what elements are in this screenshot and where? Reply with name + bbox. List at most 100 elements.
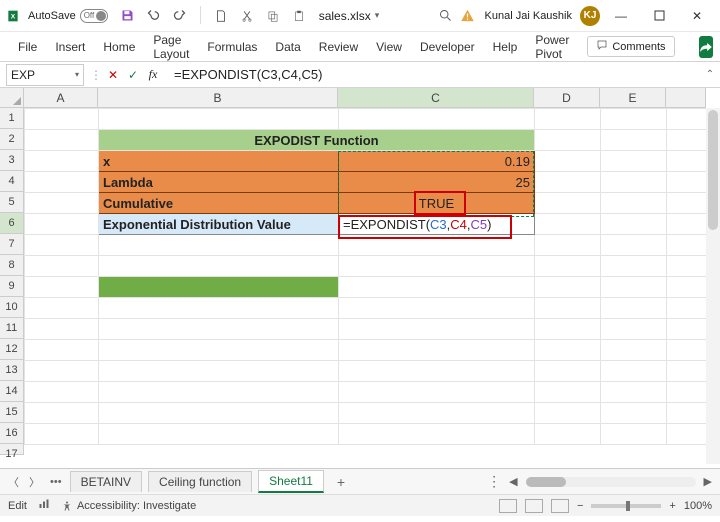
- paste-icon[interactable]: [289, 6, 309, 26]
- close-button[interactable]: ✕: [680, 4, 714, 28]
- row-header[interactable]: 11: [0, 318, 23, 339]
- minimize-button[interactable]: —: [604, 4, 638, 28]
- tab-file[interactable]: File: [18, 36, 37, 58]
- tab-help[interactable]: Help: [493, 36, 518, 58]
- user-area: Kunal Jai Kaushik KJ: [459, 6, 600, 26]
- hscroll-left[interactable]: ◀: [507, 475, 519, 488]
- enter-button[interactable]: ✓: [124, 66, 142, 84]
- zoom-in-button[interactable]: +: [669, 500, 675, 512]
- col-header[interactable]: [666, 88, 706, 107]
- ribbon-tabs: File Insert Home Page Layout Formulas Da…: [0, 32, 720, 62]
- warning-icon[interactable]: [459, 7, 477, 25]
- undo-icon[interactable]: [144, 6, 164, 26]
- avatar[interactable]: KJ: [580, 6, 600, 26]
- row-header[interactable]: 7: [0, 234, 23, 255]
- sheet-tab[interactable]: BETAINV: [70, 471, 142, 492]
- tab-scroll-divider-icon: ⋮: [487, 473, 501, 490]
- cell-b5[interactable]: Cumulative: [99, 193, 339, 214]
- row-header[interactable]: 6: [0, 213, 23, 234]
- col-header[interactable]: D: [534, 88, 600, 107]
- status-bar: Edit Accessibility: Investigate − + 100%: [0, 494, 720, 516]
- copy-icon[interactable]: [263, 6, 283, 26]
- tab-insert[interactable]: Insert: [55, 36, 85, 58]
- filename[interactable]: sales.xlsx ▾: [319, 9, 380, 23]
- formula-input[interactable]: =EXPONDIST(C3,C4,C5): [168, 67, 700, 82]
- fx-icon[interactable]: fx: [144, 66, 162, 84]
- new-file-icon[interactable]: [211, 6, 231, 26]
- zoom-level[interactable]: 100%: [684, 500, 712, 512]
- tab-nav-prev[interactable]: 〈: [6, 474, 21, 490]
- cell-b6[interactable]: Exponential Distribution Value: [99, 214, 339, 235]
- tab-developer[interactable]: Developer: [420, 36, 475, 58]
- row-header[interactable]: 2: [0, 129, 23, 150]
- tab-nav-more[interactable]: •••: [48, 476, 64, 488]
- comments-button[interactable]: Comments: [587, 36, 674, 57]
- row-header[interactable]: 12: [0, 339, 23, 360]
- quick-access-toolbar: [118, 6, 309, 26]
- cell-b4[interactable]: Lambda: [99, 172, 339, 193]
- tab-review[interactable]: Review: [319, 36, 358, 58]
- cell-c6-editing[interactable]: =EXPONDIST(C3,C4,C5): [339, 214, 535, 235]
- tab-view[interactable]: View: [376, 36, 402, 58]
- horizontal-scrollbar[interactable]: [526, 477, 696, 487]
- search-icon[interactable]: [437, 7, 455, 25]
- col-header[interactable]: E: [600, 88, 666, 107]
- view-normal-icon[interactable]: [499, 499, 517, 513]
- row-header[interactable]: 5: [0, 192, 23, 213]
- row-header[interactable]: 15: [0, 402, 23, 423]
- chevron-down-icon: ▾: [75, 70, 79, 79]
- cell-b3[interactable]: x: [99, 151, 339, 172]
- row-header[interactable]: 8: [0, 255, 23, 276]
- stats-icon[interactable]: [37, 498, 51, 513]
- expand-formula-bar[interactable]: ⌃: [700, 69, 720, 80]
- view-page-layout-icon[interactable]: [525, 499, 543, 513]
- vertical-scrollbar[interactable]: [706, 108, 720, 464]
- tab-page-layout[interactable]: Page Layout: [153, 29, 189, 65]
- row-header[interactable]: 3: [0, 150, 23, 171]
- cells-table[interactable]: EXPODIST Function x0.19 Lambda25 Cumulat…: [24, 108, 707, 445]
- accessibility-status[interactable]: Accessibility: Investigate: [61, 500, 196, 512]
- autosave-label: AutoSave: [28, 10, 76, 22]
- row-header[interactable]: 13: [0, 360, 23, 381]
- comment-icon: [596, 39, 608, 54]
- row-header[interactable]: 9: [0, 276, 23, 297]
- excel-logo-icon: X: [6, 7, 24, 25]
- sheet-tab[interactable]: Ceiling function: [148, 471, 252, 492]
- zoom-out-button[interactable]: −: [577, 500, 583, 512]
- autosave-toggle[interactable]: AutoSave Off: [28, 9, 108, 23]
- cut-icon[interactable]: [237, 6, 257, 26]
- save-icon[interactable]: [118, 6, 138, 26]
- tab-power-pivot[interactable]: Power Pivot: [535, 29, 569, 65]
- tab-data[interactable]: Data: [275, 36, 300, 58]
- cell-title[interactable]: EXPODIST Function: [99, 130, 535, 151]
- row-header[interactable]: 17: [0, 444, 23, 455]
- add-sheet-button[interactable]: +: [330, 474, 352, 490]
- cell-c5[interactable]: TRUE: [339, 193, 535, 214]
- redo-icon[interactable]: [170, 6, 190, 26]
- hscroll-right[interactable]: ▶: [702, 475, 714, 488]
- col-header[interactable]: C: [338, 88, 534, 107]
- select-all-corner[interactable]: [0, 88, 24, 108]
- cell-c4[interactable]: 25: [339, 172, 535, 193]
- row-header[interactable]: 1: [0, 108, 23, 129]
- col-header[interactable]: B: [98, 88, 338, 107]
- row-header[interactable]: 14: [0, 381, 23, 402]
- row-header[interactable]: 10: [0, 297, 23, 318]
- name-box[interactable]: EXP ▾: [6, 64, 84, 86]
- tab-home[interactable]: Home: [103, 36, 135, 58]
- maximize-button[interactable]: [642, 4, 676, 28]
- cell-b9[interactable]: [99, 277, 339, 298]
- tab-formulas[interactable]: Formulas: [207, 36, 257, 58]
- tab-nav-next[interactable]: 〉: [27, 474, 42, 490]
- cell-c3[interactable]: 0.19: [339, 151, 535, 172]
- row-header[interactable]: 16: [0, 423, 23, 444]
- view-page-break-icon[interactable]: [551, 499, 569, 513]
- share-button[interactable]: [699, 36, 713, 58]
- zoom-slider[interactable]: [591, 504, 661, 508]
- titlebar: X AutoSave Off sales.xlsx ▾ Kunal Jai Ka…: [0, 0, 720, 32]
- row-header[interactable]: 4: [0, 171, 23, 192]
- sheet-tab-active[interactable]: Sheet11: [258, 470, 324, 493]
- cancel-button[interactable]: ✕: [104, 66, 122, 84]
- col-header[interactable]: A: [24, 88, 98, 107]
- status-mode: Edit: [8, 500, 27, 512]
